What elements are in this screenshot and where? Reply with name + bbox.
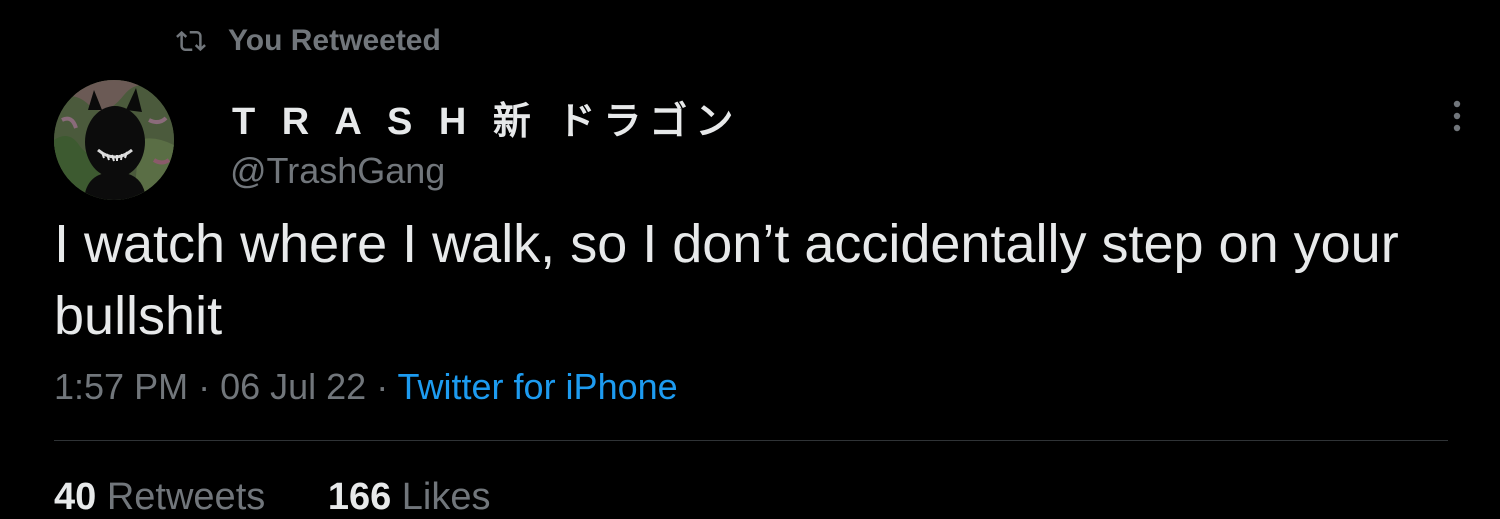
tweet-detail: You Retweeted T R A S H 新 ドラゴン @TrashGan… <box>0 0 1500 518</box>
tweet-stats: 40 Retweets 166 Likes <box>54 476 543 519</box>
tweet-text: I watch where I walk, so I don’t acciden… <box>54 214 1399 346</box>
retweets-count: 40 <box>54 476 97 518</box>
retweet-icon <box>176 26 206 56</box>
more-button[interactable] <box>1440 96 1474 136</box>
meta-separator: · <box>366 366 398 407</box>
tweet-source-link[interactable]: Twitter for iPhone <box>398 366 678 407</box>
author-handle[interactable]: @TrashGang <box>230 150 445 192</box>
retweets-stat[interactable]: 40 Retweets <box>54 476 265 519</box>
retweet-context: You Retweeted <box>176 22 441 60</box>
tweet-metadata: 1:57 PM · 06 Jul 22 · Twitter for iPhone <box>54 366 678 408</box>
meta-separator: · <box>188 366 221 407</box>
divider <box>54 440 1448 441</box>
likes-stat[interactable]: 166 Likes <box>328 476 491 519</box>
author-display-name[interactable]: T R A S H 新 ドラゴン <box>232 90 741 145</box>
avatar[interactable] <box>54 80 174 200</box>
tweet-time[interactable]: 1:57 PM <box>54 366 188 407</box>
tweet-date[interactable]: 06 Jul 22 <box>220 366 366 407</box>
more-vertical-icon <box>1453 100 1461 132</box>
retweets-label: Retweets <box>106 476 266 518</box>
likes-count: 166 <box>327 476 392 518</box>
retweet-context-label: You Retweeted <box>228 24 441 57</box>
likes-label: Likes <box>401 476 491 518</box>
